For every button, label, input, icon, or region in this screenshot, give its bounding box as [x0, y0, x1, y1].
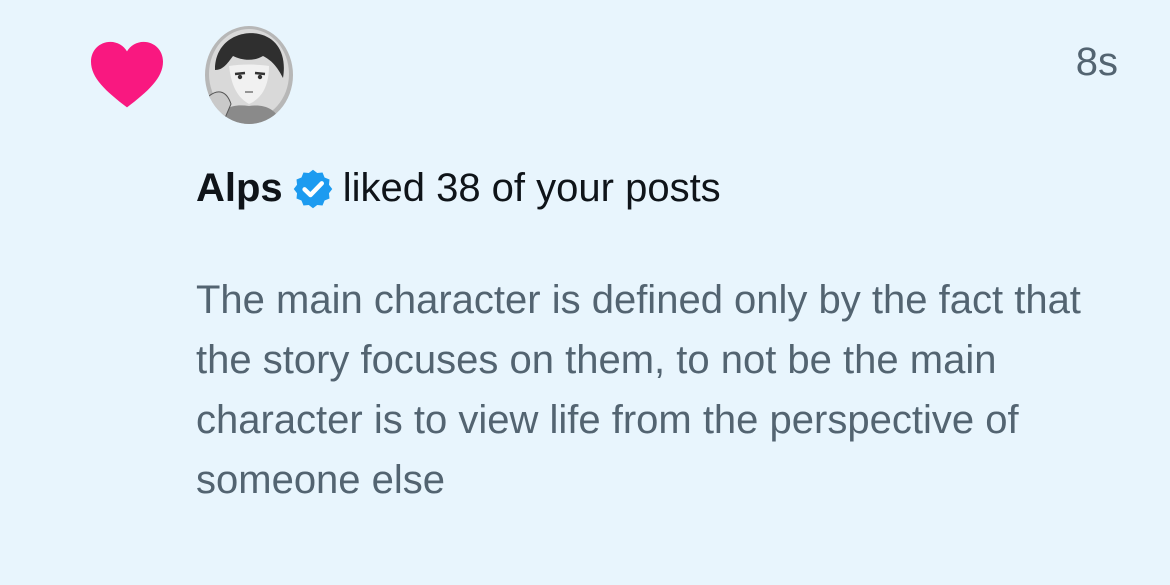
heart-icon [91, 41, 163, 108]
avatar[interactable] [205, 26, 293, 124]
verified-badge-icon [293, 169, 332, 208]
notification-summary: Alps liked 38 of your posts [196, 166, 721, 211]
like-notification[interactable]: 8s Alps liked 38 of your posts The main … [0, 0, 1170, 585]
liked-post-preview[interactable]: The main character is defined only by th… [196, 270, 1096, 510]
username[interactable]: Alps [196, 166, 283, 211]
timestamp[interactable]: 8s [1076, 40, 1118, 85]
action-text: liked 38 of your posts [342, 166, 721, 210]
